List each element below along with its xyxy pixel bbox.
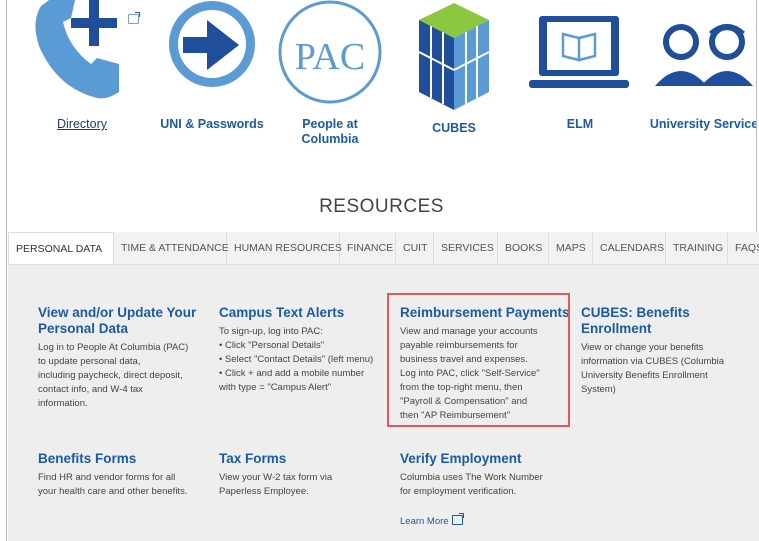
phone-plus-icon: [35, 0, 119, 99]
elm-tile[interactable]: ELM: [525, 0, 635, 135]
directory-label[interactable]: Directory: [27, 117, 137, 132]
card-text: View your W-2 tax form via Paperless Emp…: [219, 472, 333, 497]
elm-label[interactable]: ELM: [525, 117, 635, 132]
university-services-label[interactable]: University Services: [645, 117, 756, 132]
pac-label-line1[interactable]: People at: [275, 117, 385, 132]
university-services-tile[interactable]: University Services: [639, 0, 756, 135]
tab-time-attendance[interactable]: TIME & ATTENDANCE: [114, 232, 229, 264]
tab-personal-data[interactable]: PERSONAL DATA: [8, 232, 114, 264]
tab-human-resources[interactable]: HUMAN RESOURCES: [227, 232, 342, 264]
arrow-circle-icon: [169, 1, 255, 87]
tab-faqs[interactable]: FAQS: [728, 232, 759, 264]
card-title[interactable]: Verify Employment: [400, 451, 570, 467]
laptop-book-icon: [529, 16, 629, 88]
card-text: View or change your benefits information…: [581, 342, 725, 395]
personal-data-panel: View and/or Update Your Personal Data Log…: [8, 265, 759, 541]
tab-maps[interactable]: MAPS: [549, 232, 593, 264]
learn-more-label[interactable]: Learn More: [400, 516, 449, 527]
card-campus-text-alerts: Campus Text Alerts To sign-up, log into …: [219, 305, 394, 395]
tab-cuit[interactable]: CUIT: [396, 232, 434, 264]
card-title[interactable]: CUBES: Benefits Enrollment: [581, 305, 746, 337]
card-title[interactable]: View and/or Update Your Personal Data: [38, 305, 208, 337]
card-text: To sign-up, log into PAC: • Click "Perso…: [219, 326, 374, 393]
tab-training[interactable]: TRAINING: [666, 232, 728, 264]
cubes-tile[interactable]: CUBES: [399, 0, 509, 135]
uni-passwords-label[interactable]: UNI & Passwords: [147, 117, 277, 132]
people-icon: [655, 24, 753, 86]
card-view-update: View and/or Update Your Personal Data Log…: [38, 305, 208, 411]
learn-more-link[interactable]: Learn More: [400, 511, 570, 529]
card-title[interactable]: Tax Forms: [219, 451, 389, 467]
card-text: Columbia uses The Work Number for employ…: [400, 472, 543, 497]
card-title[interactable]: Campus Text Alerts: [219, 305, 394, 321]
card-text: Log in to People At Columbia (PAC) to up…: [38, 342, 189, 409]
tab-services[interactable]: SERVICES: [434, 232, 498, 264]
uni-passwords-tile[interactable]: UNI & Passwords: [147, 0, 277, 135]
external-link-icon: [451, 513, 464, 525]
cube-icon: [418, 3, 490, 110]
tab-finance[interactable]: FINANCE: [340, 232, 396, 264]
card-cubes-enrollment: CUBES: Benefits Enrollment View or change…: [581, 305, 746, 397]
card-verify-employment: Verify Employment Columbia uses The Work…: [400, 451, 570, 529]
card-tax-forms: Tax Forms View your W-2 tax form via Pap…: [219, 451, 389, 499]
pac-logo-text: PAC: [294, 36, 366, 78]
tab-books[interactable]: BOOKS: [498, 232, 549, 264]
pac-tile[interactable]: PAC People at Columbia: [275, 0, 385, 150]
cubes-label[interactable]: CUBES: [399, 121, 509, 136]
card-title[interactable]: Benefits Forms: [38, 451, 213, 467]
tab-calendars[interactable]: CALENDARS: [593, 232, 666, 264]
directory-tile[interactable]: Directory: [27, 0, 140, 135]
resources-tabbar: PERSONAL DATA TIME & ATTENDANCE HUMAN RE…: [8, 232, 759, 265]
resources-heading: RESOURCES: [319, 196, 444, 217]
external-link-icon: [125, 10, 140, 28]
pac-label-line2[interactable]: Columbia: [275, 132, 385, 147]
card-text: Find HR and vendor forms for all your he…: [38, 472, 188, 497]
reimbursement-highlight-box: [387, 293, 570, 427]
card-benefits-forms: Benefits Forms Find HR and vendor forms …: [38, 451, 213, 499]
